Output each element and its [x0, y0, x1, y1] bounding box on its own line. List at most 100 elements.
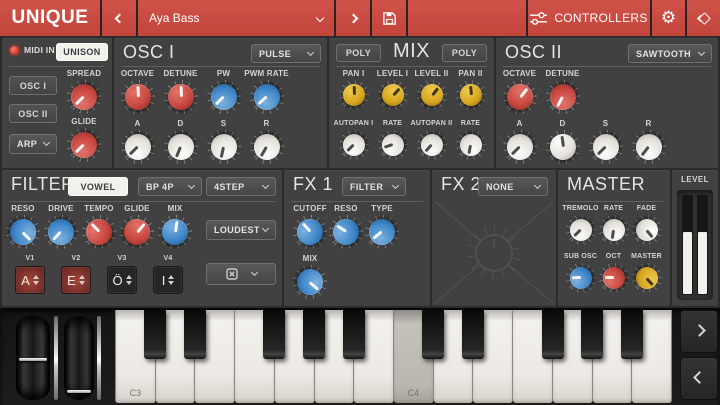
- controllers-button[interactable]: CONTROLLERS: [528, 0, 650, 36]
- pan1-knob[interactable]: [338, 80, 369, 110]
- fx1-cutoff-knob[interactable]: [291, 213, 329, 251]
- autopan2-rate-knob[interactable]: [455, 130, 486, 160]
- autopan2-knob[interactable]: [415, 129, 448, 161]
- vowel-select-v3[interactable]: Ö: [107, 266, 137, 294]
- osc1-title: OSC I: [123, 42, 175, 62]
- knob-label: MIX: [167, 204, 183, 213]
- spread-knob[interactable]: [65, 78, 103, 116]
- octave-down-button[interactable]: [680, 357, 718, 400]
- fx1-type-knob[interactable]: [363, 213, 401, 251]
- title-bar: UNIQUE Aya Bass CONTROLLERS ⚙: [0, 0, 720, 36]
- filter-glide-knob[interactable]: [118, 213, 156, 251]
- fade-knob[interactable]: [631, 214, 662, 246]
- oct-knob[interactable]: [598, 263, 629, 293]
- level2-knob[interactable]: [416, 79, 447, 111]
- osc1-attack-knob[interactable]: [119, 128, 156, 166]
- osc2-release-knob[interactable]: [630, 128, 667, 166]
- filter-seq-dropdown[interactable]: 4STEP: [206, 177, 276, 196]
- osc2-sustain-knob[interactable]: [587, 128, 624, 166]
- knob-label: FADE: [636, 205, 657, 212]
- seq-pattern-dropdown[interactable]: [206, 263, 276, 285]
- master-title: MASTER: [567, 174, 646, 194]
- autopan1-knob[interactable]: [337, 129, 370, 161]
- black-key[interactable]: [581, 310, 604, 359]
- vowel-select-v1[interactable]: A: [15, 266, 45, 294]
- preset-selector[interactable]: Aya Bass: [138, 0, 334, 36]
- filter-tempo-knob[interactable]: [80, 213, 118, 251]
- master-volume-knob[interactable]: [630, 262, 663, 294]
- filter-mix-knob[interactable]: [158, 215, 192, 249]
- vowel-select-v2[interactable]: E: [61, 266, 91, 294]
- fx1-mix-knob[interactable]: [291, 263, 329, 301]
- piano-keyboard[interactable]: C3 C4: [115, 310, 673, 403]
- osc1-detune-knob[interactable]: [163, 80, 198, 114]
- osc1-wave-dropdown[interactable]: PULSE: [251, 44, 321, 63]
- octave-up-button[interactable]: [680, 310, 718, 353]
- unison-toggle[interactable]: UNISON: [56, 43, 108, 61]
- black-key[interactable]: [183, 310, 206, 359]
- preset-next-button[interactable]: [336, 0, 370, 36]
- diamond-icon: [696, 11, 711, 25]
- black-key[interactable]: [621, 310, 644, 359]
- black-key[interactable]: [541, 310, 564, 359]
- settings-button[interactable]: ⚙: [652, 0, 685, 36]
- chevron-down-icon: [261, 224, 270, 233]
- stepper-arrows-icon[interactable]: [125, 275, 132, 285]
- tremolo-knob[interactable]: [564, 214, 597, 246]
- stepper-arrows-icon[interactable]: [78, 275, 85, 285]
- black-key[interactable]: [263, 310, 286, 359]
- vowel-order-dropdown[interactable]: LOUDEST: [206, 220, 276, 240]
- pitch-wheel[interactable]: [16, 316, 50, 400]
- pan2-knob[interactable]: [455, 80, 486, 110]
- filter-drive-knob[interactable]: [42, 213, 80, 251]
- osc2-octave-knob[interactable]: [501, 78, 538, 116]
- controllers-label: CONTROLLERS: [554, 11, 648, 25]
- sub-osc-knob[interactable]: [565, 263, 596, 293]
- knob-label: R: [645, 119, 652, 128]
- plugin-view-button[interactable]: [687, 0, 720, 36]
- fx2-type-dropdown[interactable]: NONE: [478, 177, 548, 196]
- osc1-octave-knob[interactable]: [120, 80, 155, 114]
- knob-label: PWM RATE: [244, 69, 289, 78]
- osc1-release-knob[interactable]: [248, 129, 285, 165]
- black-key[interactable]: [422, 310, 445, 359]
- osc2-nav-button[interactable]: OSC II: [9, 104, 57, 123]
- osc1-pwm-rate-knob[interactable]: [248, 78, 285, 116]
- filter-type-dropdown[interactable]: BP 4P: [138, 177, 202, 196]
- app-logo: UNIQUE: [0, 0, 100, 36]
- save-icon: [382, 11, 396, 25]
- black-key[interactable]: [342, 310, 365, 359]
- autopan1-rate-knob[interactable]: [377, 130, 408, 160]
- poly-toggle-osc2[interactable]: POLY: [442, 44, 487, 62]
- stepper-arrows-icon[interactable]: [32, 275, 39, 285]
- knob-label: GLIDE: [124, 204, 150, 213]
- arp-dropdown[interactable]: ARP: [9, 134, 57, 154]
- osc2-wave-dropdown[interactable]: SAWTOOTH: [628, 44, 712, 63]
- mod-wheel[interactable]: [64, 316, 94, 400]
- osc2-panel: OSC II SAWTOOTH OCTAVE DETUNE A D S R: [496, 38, 718, 168]
- osc1-pw-knob[interactable]: [205, 78, 242, 116]
- black-key[interactable]: [462, 310, 485, 359]
- osc1-sustain-knob[interactable]: [206, 130, 241, 164]
- osc2-decay-knob[interactable]: [545, 130, 580, 164]
- preset-prev-button[interactable]: [102, 0, 136, 36]
- osc1-decay-knob[interactable]: [163, 130, 198, 164]
- fx1-reso-knob[interactable]: [328, 214, 364, 250]
- osc2-detune-knob[interactable]: [544, 79, 581, 115]
- knob-label: A: [134, 119, 141, 128]
- black-key[interactable]: [302, 310, 325, 359]
- level1-knob[interactable]: [376, 79, 409, 111]
- stepper-arrows-icon[interactable]: [168, 275, 175, 285]
- filter-mode-button[interactable]: VOWEL: [68, 177, 128, 196]
- divider: [503, 66, 711, 67]
- osc1-nav-button[interactable]: OSC I: [9, 76, 57, 95]
- fx1-type-dropdown[interactable]: FILTER: [342, 177, 406, 196]
- glide-knob[interactable]: [65, 126, 103, 164]
- filter-reso-knob[interactable]: [4, 213, 42, 251]
- black-key[interactable]: [143, 310, 166, 359]
- tremolo-rate-knob[interactable]: [598, 215, 629, 245]
- osc2-attack-knob[interactable]: [501, 128, 538, 166]
- vowel-select-v4[interactable]: I: [153, 266, 183, 294]
- save-button[interactable]: [372, 0, 406, 36]
- poly-toggle-osc1[interactable]: POLY: [336, 44, 381, 62]
